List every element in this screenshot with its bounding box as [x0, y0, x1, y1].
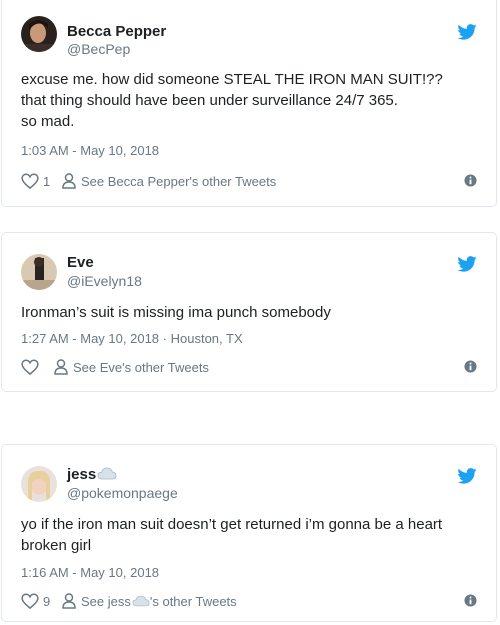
cloud-emoji-icon: [97, 467, 117, 480]
tweet-text: excuse me. how did someone STEAL THE IRO…: [21, 69, 481, 132]
other-tweets-link[interactable]: See Eve's other Tweets: [54, 357, 209, 377]
tweet-text-line: excuse me. how did someone STEAL THE IRO…: [21, 71, 443, 88]
display-name-text: jess: [67, 466, 97, 483]
other-tweets-prefix: See jess: [81, 593, 131, 609]
other-tweets-link[interactable]: See Becca Pepper's other Tweets: [62, 171, 276, 191]
person-icon: [62, 173, 76, 189]
like-button[interactable]: [21, 357, 39, 377]
like-button[interactable]: 1: [21, 171, 50, 191]
other-tweets-label: See Eve's other Tweets: [73, 359, 209, 375]
tweet-text-line: broken girl: [21, 537, 92, 554]
person-icon: [62, 593, 76, 609]
tweet-text-line: Ironman’s suit is missing ima punch some…: [21, 304, 331, 321]
tweet-text-line: that thing should have been under survei…: [21, 92, 398, 109]
other-tweets-label: See Becca Pepper's other Tweets: [81, 173, 277, 189]
other-tweets-suffix: 's other Tweets: [149, 593, 237, 609]
heart-icon: [21, 359, 39, 375]
location-link[interactable]: Houston, TX: [171, 331, 243, 346]
display-name[interactable]: Becca Pepper: [67, 23, 166, 40]
timestamp-link[interactable]: 1:03 AM - May 10, 2018: [21, 143, 159, 158]
tweet-text-line: so mad.: [21, 113, 75, 130]
tweet-text: yo if the iron man suit doesn’t get retu…: [21, 514, 481, 556]
avatar[interactable]: [21, 254, 57, 290]
avatar[interactable]: [21, 466, 57, 502]
twitter-bird-icon[interactable]: [457, 256, 477, 272]
other-tweets-link[interactable]: See jess 's other Tweets: [62, 591, 237, 611]
info-icon[interactable]: [464, 174, 477, 187]
tweet-meta: 1:16 AM - May 10, 2018: [21, 565, 159, 580]
tweet-actions: 9 See jess 's other Tweets: [21, 591, 477, 611]
display-name[interactable]: jess: [67, 466, 117, 483]
like-count: 1: [43, 173, 51, 189]
user-handle[interactable]: @iEvelyn18: [67, 273, 142, 289]
user-handle[interactable]: @pokemonpaege: [67, 485, 178, 501]
avatar[interactable]: [21, 16, 57, 52]
heart-icon: [21, 593, 39, 609]
person-icon: [54, 359, 68, 375]
tweet-card: Becca Pepper @BecPep excuse me. how did …: [1, 0, 497, 207]
tweet-actions: See Eve's other Tweets: [21, 357, 477, 377]
display-name[interactable]: Eve: [67, 254, 94, 271]
tweet-text: Ironman’s suit is missing ima punch some…: [21, 302, 481, 323]
timestamp-link[interactable]: 1:27 AM - May 10, 2018: [21, 331, 159, 346]
info-icon[interactable]: [464, 594, 477, 607]
tweet-meta: 1:27 AM - May 10, 2018 · Houston, TX: [21, 331, 243, 346]
timestamp-link[interactable]: 1:16 AM - May 10, 2018: [21, 565, 159, 580]
like-button[interactable]: 9: [21, 591, 50, 611]
twitter-bird-icon[interactable]: [457, 24, 477, 40]
cloud-emoji-icon: [132, 595, 150, 607]
twitter-bird-icon[interactable]: [457, 468, 477, 484]
tweet-actions: 1 See Becca Pepper's other Tweets: [21, 171, 477, 191]
tweet-card: jess @pokemonpaege yo if the iron man su…: [1, 444, 497, 622]
heart-icon: [21, 173, 39, 189]
info-icon[interactable]: [464, 360, 477, 373]
like-count: 9: [43, 593, 51, 609]
tweet-meta: 1:03 AM - May 10, 2018: [21, 143, 159, 158]
tweet-text-line: yo if the iron man suit doesn’t get retu…: [21, 516, 443, 533]
tweet-card: Eve @iEvelyn18 Ironman’s suit is missing…: [1, 232, 497, 392]
user-handle[interactable]: @BecPep: [67, 41, 130, 57]
